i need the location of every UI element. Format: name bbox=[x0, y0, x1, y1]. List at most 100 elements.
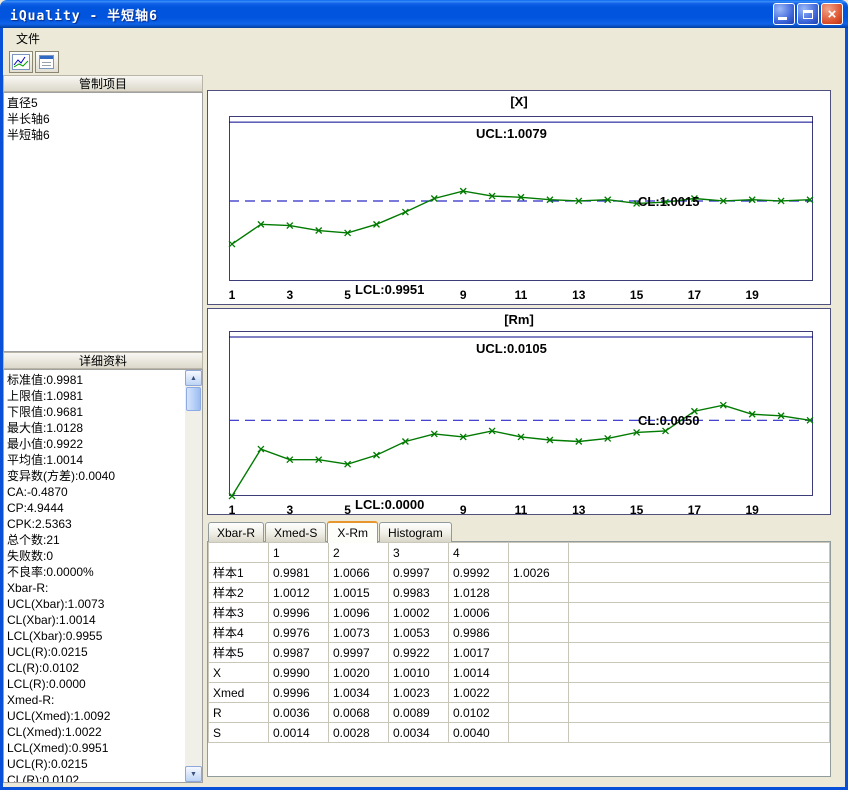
ucl-label: UCL:0.0105 bbox=[476, 341, 547, 356]
table-cell: 0.9996 bbox=[269, 683, 329, 703]
table-cell: 1.0012 bbox=[269, 583, 329, 603]
table-cell: 0.9981 bbox=[269, 563, 329, 583]
body-area: 管制项目 直径5半长轴6半短轴6 详细资料 标准值:0.9981上限值:1.09… bbox=[3, 75, 845, 787]
tab-x-rm[interactable]: X-Rm bbox=[327, 521, 378, 543]
title-bar[interactable]: iQuality - 半短轴6 × bbox=[0, 0, 848, 28]
detail-item: LCL(Xmed):0.9951 bbox=[4, 740, 185, 756]
control-item[interactable]: 直径5 bbox=[4, 95, 202, 111]
tab-histogram[interactable]: Histogram bbox=[379, 522, 452, 542]
x-tick: 13 bbox=[570, 503, 588, 517]
detail-item: 上限值:1.0981 bbox=[4, 388, 185, 404]
table-cell-empty bbox=[569, 583, 830, 603]
control-items-list: 直径5半长轴6半短轴6 bbox=[4, 95, 202, 143]
table-cell bbox=[509, 703, 569, 723]
table-cell: 0.9997 bbox=[329, 643, 389, 663]
table-cell bbox=[509, 683, 569, 703]
x-tick: 13 bbox=[570, 288, 588, 302]
chart-icon bbox=[12, 54, 30, 70]
table-row: R0.00360.00680.00890.0102 bbox=[209, 703, 830, 723]
table-cell: 0.0036 bbox=[269, 703, 329, 723]
table-cell-empty bbox=[569, 643, 830, 663]
detail-item: UCL(R):0.0215 bbox=[4, 644, 185, 660]
detail-item: 下限值:0.9681 bbox=[4, 404, 185, 420]
row-label: Xmed bbox=[209, 683, 269, 703]
table-row: 样本30.99961.00961.00021.0006 bbox=[209, 603, 830, 623]
app-window: iQuality - 半短轴6 × 文件 bbox=[0, 0, 848, 790]
chart-title: [X] bbox=[208, 94, 830, 109]
detail-item: 平均值:1.0014 bbox=[4, 452, 185, 468]
table-cell: 1.0073 bbox=[329, 623, 389, 643]
sidebar: 管制项目 直径5半长轴6半短轴6 详细资料 标准值:0.9981上限值:1.09… bbox=[3, 75, 203, 787]
scroll-down-button[interactable]: ▼ bbox=[185, 766, 202, 782]
close-button[interactable]: × bbox=[821, 3, 843, 25]
report-tool-button[interactable] bbox=[35, 51, 59, 73]
row-label: R bbox=[209, 703, 269, 723]
x-tick: 17 bbox=[685, 503, 703, 517]
arrow-up-icon: ▲ bbox=[190, 375, 197, 382]
detail-item: UCL(R):0.0215 bbox=[4, 756, 185, 772]
detail-item: CL(R):0.0102 bbox=[4, 772, 185, 783]
details-header: 详细资料 bbox=[3, 352, 203, 369]
x-tick: 3 bbox=[281, 288, 299, 302]
x-tick: 11 bbox=[512, 288, 530, 302]
table-row: X0.99901.00201.00101.0014 bbox=[209, 663, 830, 683]
column-header: 3 bbox=[389, 543, 449, 563]
main-area: [X] UCL:1.0079CL:1.0015LCL:0.99511359111… bbox=[203, 75, 845, 787]
table-cell: 1.0096 bbox=[329, 603, 389, 623]
details-list: 标准值:0.9981上限值:1.0981下限值:0.9681最大值:1.0128… bbox=[4, 370, 185, 783]
control-item[interactable]: 半短轴6 bbox=[4, 127, 202, 143]
table-cell bbox=[509, 643, 569, 663]
chart-tool-button[interactable] bbox=[9, 51, 33, 73]
control-items-header: 管制项目 bbox=[3, 75, 203, 92]
column-header-filler bbox=[569, 543, 830, 563]
control-item[interactable]: 半长轴6 bbox=[4, 111, 202, 127]
table-cell: 0.0028 bbox=[329, 723, 389, 743]
x-tick: 15 bbox=[628, 288, 646, 302]
report-icon bbox=[38, 54, 56, 70]
table-cell: 1.0006 bbox=[449, 603, 509, 623]
maximize-button[interactable] bbox=[797, 3, 819, 25]
table-cell: 0.9992 bbox=[449, 563, 509, 583]
detail-item: CPK:2.5363 bbox=[4, 516, 185, 532]
detail-item: 最小值:0.9922 bbox=[4, 436, 185, 452]
detail-item: 不良率:0.0000% bbox=[4, 564, 185, 580]
cl-label: CL:0.0050 bbox=[638, 413, 699, 428]
x-tick: 3 bbox=[281, 503, 299, 517]
row-label: 样本4 bbox=[209, 623, 269, 643]
detail-item: 失败数:0 bbox=[4, 548, 185, 564]
lcl-label: LCL:0.0000 bbox=[353, 497, 426, 512]
tab-xbar-r[interactable]: Xbar-R bbox=[208, 522, 264, 542]
row-label: X bbox=[209, 663, 269, 683]
cl-label: CL:1.0015 bbox=[638, 194, 699, 209]
table-row: 样本50.99870.99970.99221.0017 bbox=[209, 643, 830, 663]
table-cell bbox=[509, 663, 569, 683]
x-tick: 17 bbox=[685, 288, 703, 302]
tab-xmed-s[interactable]: Xmed-S bbox=[265, 522, 326, 542]
menu-bar: 文件 bbox=[3, 28, 845, 48]
detail-item: CL(Xbar):1.0014 bbox=[4, 612, 185, 628]
table-body: 样本10.99811.00660.99970.99921.0026样本21.00… bbox=[209, 563, 830, 743]
column-header bbox=[209, 543, 269, 563]
detail-item: 变异数(方差):0.0040 bbox=[4, 468, 185, 484]
maximize-icon bbox=[803, 10, 813, 19]
minimize-button[interactable] bbox=[773, 3, 795, 25]
close-icon: × bbox=[828, 7, 837, 22]
scrollbar-thumb[interactable] bbox=[186, 387, 201, 411]
column-header: 2 bbox=[329, 543, 389, 563]
detail-item: CP:4.9444 bbox=[4, 500, 185, 516]
table-cell: 1.0002 bbox=[389, 603, 449, 623]
detail-item: CA:-0.4870 bbox=[4, 484, 185, 500]
scroll-up-button[interactable]: ▲ bbox=[185, 370, 202, 386]
x-tick: 11 bbox=[512, 503, 530, 517]
table-cell: 0.0040 bbox=[449, 723, 509, 743]
table-cell: 1.0014 bbox=[449, 663, 509, 683]
x-tick: 1 bbox=[223, 288, 241, 302]
table-row: 样本40.99761.00731.00530.9986 bbox=[209, 623, 830, 643]
x-tick: 19 bbox=[743, 503, 761, 517]
menu-file[interactable]: 文件 bbox=[10, 28, 46, 49]
table-row: S0.00140.00280.00340.0040 bbox=[209, 723, 830, 743]
scrollbar-track[interactable] bbox=[185, 386, 202, 766]
x-tick: 1 bbox=[223, 503, 241, 517]
column-header bbox=[509, 543, 569, 563]
detail-item: 最大值:1.0128 bbox=[4, 420, 185, 436]
